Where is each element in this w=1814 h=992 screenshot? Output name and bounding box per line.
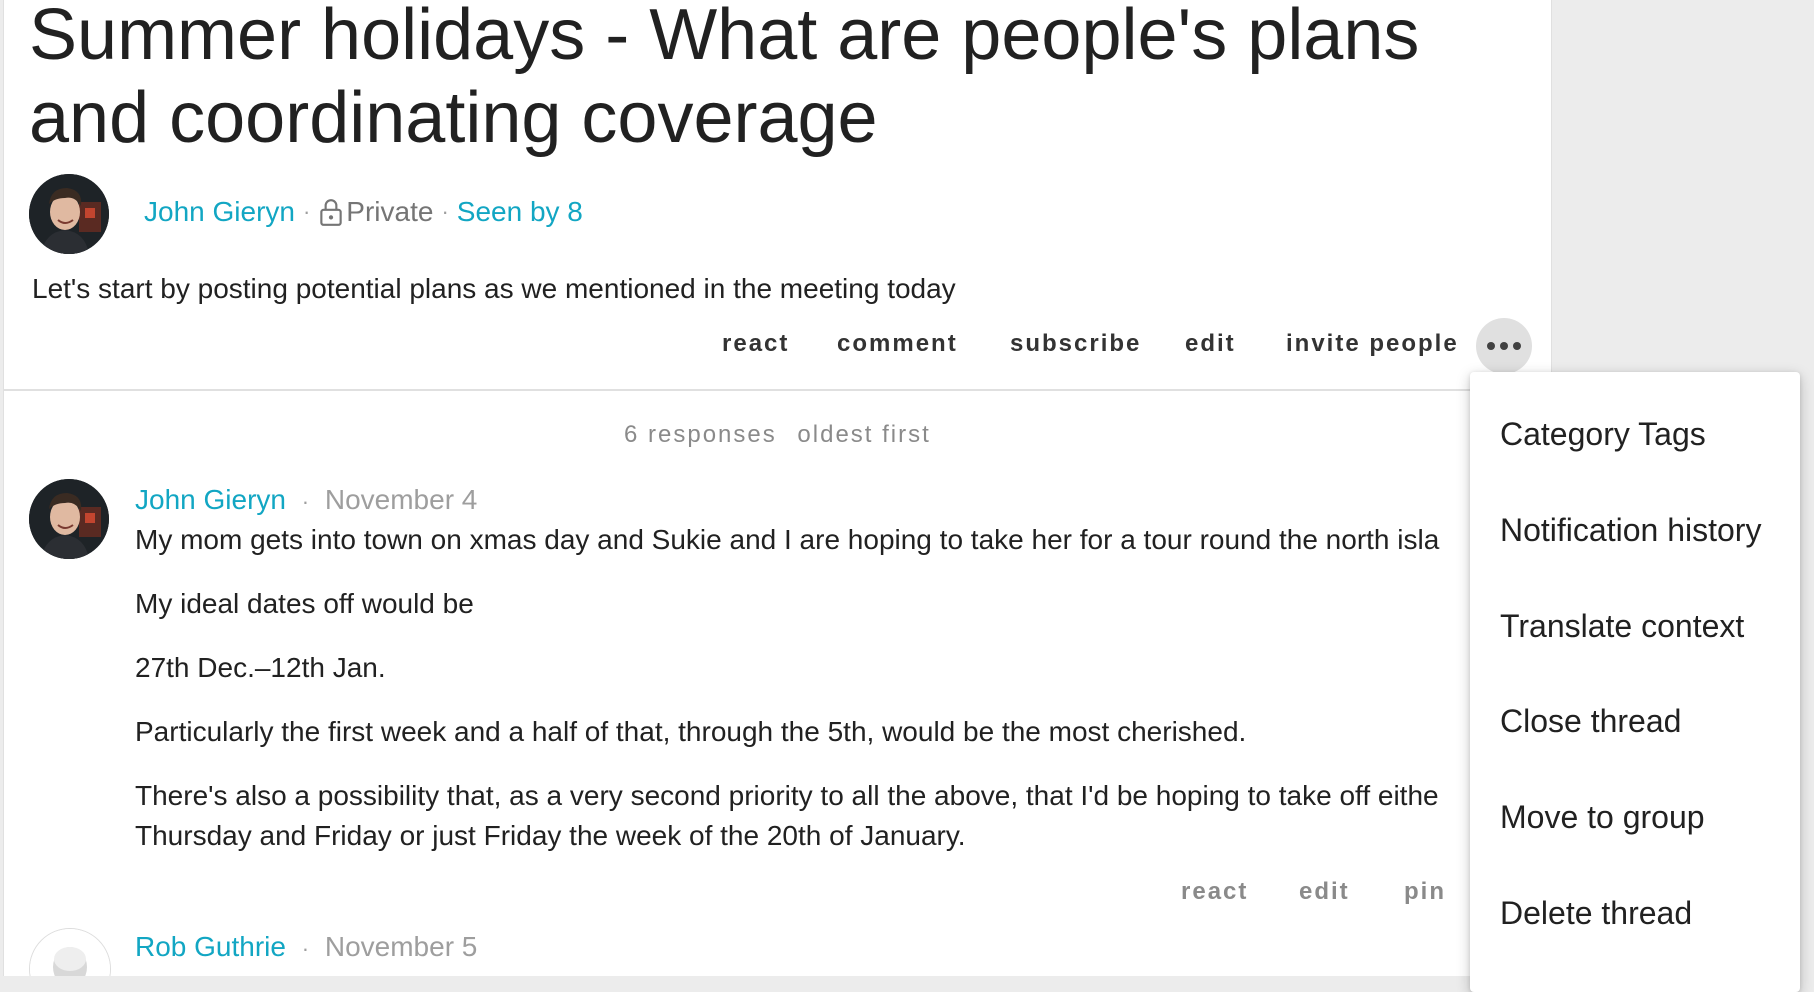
meta-separator: · bbox=[441, 199, 449, 224]
comment-avatar[interactable] bbox=[29, 479, 109, 559]
menu-item-notification-history[interactable]: Notification history bbox=[1500, 510, 1761, 550]
invite-people-button[interactable]: invite people bbox=[1286, 330, 1459, 358]
menu-item-delete-thread[interactable]: Delete thread bbox=[1500, 893, 1692, 933]
seen-by-link[interactable]: Seen by 8 bbox=[457, 195, 583, 229]
lock-icon bbox=[320, 199, 343, 226]
thread-title: Summer holidays - What are people's plan… bbox=[29, 0, 1420, 158]
meta-separator: · bbox=[301, 489, 310, 514]
menu-item-translate-context[interactable]: Translate context bbox=[1500, 606, 1744, 646]
comment-body: My mom gets into town on xmas day and Su… bbox=[135, 520, 1475, 856]
comment-paragraph: My ideal dates off would be bbox=[135, 588, 474, 619]
comment-author-link[interactable]: John Gieryn bbox=[135, 484, 286, 515]
thread-card: Summer holidays - What are people's plan… bbox=[3, 0, 1552, 976]
comment-paragraph: 27th Dec.–12th Jan. bbox=[135, 652, 386, 683]
more-horizontal-icon bbox=[1487, 342, 1521, 350]
comment-paragraph: Particularly the first week and a half o… bbox=[135, 716, 1247, 747]
menu-item-move-to-group[interactable]: Move to group bbox=[1500, 797, 1705, 837]
react-button[interactable]: react bbox=[722, 330, 789, 358]
thread-body: Let's start by posting potential plans a… bbox=[32, 273, 956, 304]
comment-header: Rob Guthrie · November 5 bbox=[135, 930, 477, 966]
author-avatar[interactable] bbox=[29, 174, 109, 254]
thread-options-menu: Category Tags Notification history Trans… bbox=[1470, 372, 1800, 992]
comment-paragraph: My mom gets into town on xmas day and Su… bbox=[135, 524, 1440, 555]
responses-header: 6 responses oldest first bbox=[624, 421, 943, 449]
sort-order-toggle[interactable]: oldest first bbox=[797, 421, 930, 448]
comment-date[interactable]: November 4 bbox=[325, 484, 478, 515]
comment-avatar[interactable] bbox=[29, 928, 111, 976]
comment-paragraph: There's also a possibility that, as a ve… bbox=[135, 780, 1439, 811]
comment-header: John Gieryn · November 4 bbox=[135, 483, 477, 519]
comment-author-link[interactable]: Rob Guthrie bbox=[135, 931, 286, 962]
menu-item-close-thread[interactable]: Close thread bbox=[1500, 701, 1681, 741]
comment-edit-button[interactable]: edit bbox=[1299, 878, 1350, 906]
meta-separator: · bbox=[301, 936, 310, 961]
comment-paragraph: Thursday and Friday or just Friday the w… bbox=[135, 820, 966, 851]
comment-react-button[interactable]: react bbox=[1181, 878, 1248, 906]
author-link[interactable]: John Gieryn bbox=[144, 195, 295, 229]
comment-pin-button[interactable]: pin bbox=[1404, 878, 1446, 906]
meta-separator: · bbox=[302, 199, 311, 224]
response-count: 6 responses bbox=[624, 421, 777, 448]
menu-item-category-tags[interactable]: Category Tags bbox=[1500, 414, 1706, 454]
comment-button[interactable]: comment bbox=[837, 330, 958, 358]
privacy-label: Private bbox=[346, 196, 434, 227]
subscribe-button[interactable]: subscribe bbox=[1010, 330, 1141, 358]
thread-meta: John Gieryn · Private · Seen by 8 bbox=[144, 195, 583, 229]
edit-button[interactable]: edit bbox=[1185, 330, 1236, 358]
comment-date[interactable]: November 5 bbox=[325, 931, 478, 962]
section-divider bbox=[4, 389, 1551, 391]
more-actions-button[interactable] bbox=[1476, 318, 1532, 374]
